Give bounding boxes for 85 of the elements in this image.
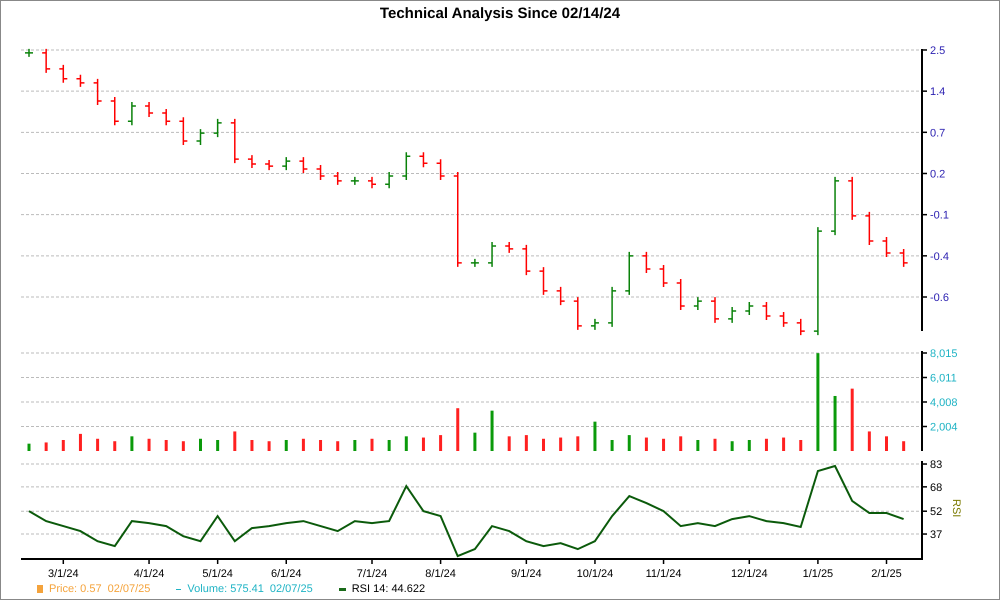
axis-label: 1/1/25 — [802, 568, 834, 579]
legend-label: Volume: 575.41 — [187, 583, 264, 595]
volume-bar — [885, 436, 888, 451]
axis-label: 3/1/24 — [48, 568, 79, 579]
axis-title: RSI — [950, 499, 962, 518]
volume-bar — [182, 441, 185, 451]
volume-bar — [233, 431, 236, 451]
volume-bar — [250, 440, 254, 451]
axis-label: 68 — [930, 482, 942, 494]
volume-bar — [28, 444, 30, 451]
legend-label: Price: 0.57 — [49, 583, 102, 595]
volume-bar — [902, 441, 906, 451]
volume-bar — [628, 435, 631, 451]
volume-bar — [62, 440, 65, 451]
legend-date: 02/07/25 — [108, 583, 150, 595]
volume-bar — [644, 438, 648, 451]
volume-bar — [782, 438, 786, 451]
volume-bar — [696, 440, 700, 451]
volume-bar — [216, 440, 220, 451]
volume-bar — [44, 442, 48, 451]
legend-label: RSI 14: 44.622 — [352, 583, 426, 595]
axis-label: 37 — [930, 529, 942, 542]
axis-label: 0.2 — [930, 168, 946, 180]
volume-bar — [456, 408, 460, 451]
volume-bar — [730, 441, 734, 451]
axis-label: 2.5 — [930, 44, 946, 57]
axis-label: 6/1/24 — [270, 568, 302, 579]
axis-label: 83 — [930, 459, 942, 472]
axis-label: 2,004 — [930, 422, 958, 434]
axis-label: 2/1/25 — [871, 568, 902, 579]
axis-label: 11/1/24 — [646, 568, 682, 579]
volume-bar — [336, 441, 340, 451]
axis-label: 10/1/24 — [576, 568, 614, 579]
volume-bar — [576, 436, 580, 451]
volume-bar — [284, 440, 288, 451]
volume-bar — [834, 396, 837, 451]
volume-bar — [353, 440, 356, 451]
volume-bar — [542, 438, 545, 451]
volume-bar — [130, 436, 134, 451]
volume-bar — [370, 438, 374, 451]
volume-bar — [593, 422, 596, 451]
volume-bar — [473, 432, 476, 451]
volume-bar — [679, 436, 682, 451]
volume-bar — [662, 438, 666, 451]
volume-bar — [524, 435, 528, 451]
volume-bar — [319, 440, 322, 451]
axis-label: 12/1/24 — [730, 568, 768, 579]
axis-label: 8,015 — [930, 348, 958, 360]
axis-label: 4/1/24 — [134, 568, 164, 579]
axis-label: 4,008 — [930, 397, 958, 409]
volume-bar — [799, 440, 802, 451]
volume-bar — [199, 438, 202, 451]
axis-label: 0.7 — [930, 127, 946, 140]
volume-bar — [148, 438, 151, 451]
volume-bar — [302, 438, 305, 451]
axis-label: -0.4 — [930, 250, 949, 263]
volume-bar — [78, 434, 82, 451]
volume-bar — [404, 436, 408, 451]
chart-title: Technical Analysis Since 02/14/24 — [378, 4, 622, 24]
axis-label: 7/1/24 — [356, 568, 388, 579]
volume-bar — [388, 440, 391, 451]
volume-bar — [748, 440, 751, 451]
volume-bar — [113, 441, 116, 451]
volume-bar — [764, 438, 768, 451]
legend-date: 02/07/25 — [270, 583, 313, 595]
volume-bar — [714, 438, 716, 451]
axis-label: 9/1/24 — [511, 568, 542, 579]
axis-label: 8/1/24 — [425, 568, 456, 579]
volume-bar — [559, 438, 562, 451]
volume-bar — [610, 440, 614, 451]
volume-bar — [164, 440, 168, 451]
volume-bar — [439, 435, 442, 451]
volume-bar — [268, 441, 271, 451]
axis-label: -0.6 — [930, 292, 949, 304]
volume-bar — [868, 431, 871, 451]
volume-bar — [850, 388, 854, 451]
axis-label: 52 — [930, 506, 942, 518]
axis-label: -0.1 — [930, 210, 949, 222]
axis-label: 5/1/24 — [202, 568, 233, 579]
volume-bar — [490, 410, 494, 451]
volume-bar — [508, 436, 511, 451]
volume-bar — [96, 438, 100, 451]
volume-bar — [422, 438, 425, 451]
axis-label: 6,011 — [930, 372, 957, 384]
axis-label: 1.4 — [930, 86, 946, 98]
